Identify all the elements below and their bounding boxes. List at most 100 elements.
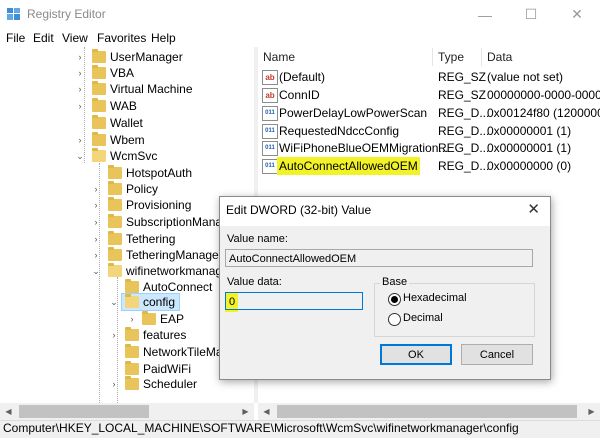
- value-type: REG_D...: [438, 106, 490, 120]
- hexadecimal-radio[interactable]: [388, 293, 401, 306]
- scroll-left-icon[interactable]: ◀: [258, 403, 275, 420]
- key-tree-pane[interactable]: › UserManager › VBA › Virtual Machine › …: [0, 47, 254, 403]
- tree-item-label: features: [143, 328, 187, 342]
- string-value-icon: ab: [262, 70, 278, 85]
- folder-icon: [125, 361, 139, 375]
- tree-item-label: config: [143, 295, 176, 309]
- value-name: ConnID: [279, 88, 320, 102]
- tree-item-label: WAB: [110, 99, 137, 113]
- value-name: WiFiPhoneBlueOEMMigration...: [279, 141, 449, 155]
- tree-item-features[interactable]: › features: [0, 326, 254, 344]
- expand-arrow-icon[interactable]: ›: [109, 326, 119, 344]
- tree-item-scheduler[interactable]: › Scheduler: [0, 375, 254, 393]
- folder-icon: [125, 344, 139, 358]
- value-type: REG_D...: [438, 159, 490, 173]
- value-data-text: 0: [229, 296, 236, 308]
- minimize-button[interactable]: —: [462, 0, 508, 29]
- folder-icon: [108, 181, 122, 195]
- value-data: 00000000-0000-0000-: [487, 88, 600, 102]
- value-row[interactable]: ab ConnID REG_SZ 00000000-0000-0000-: [262, 86, 600, 104]
- close-button[interactable]: ✕: [554, 0, 600, 29]
- tree-item-config[interactable]: ⌄ config: [0, 293, 254, 311]
- decimal-radio[interactable]: [388, 313, 401, 326]
- menu-file[interactable]: File: [6, 31, 25, 45]
- value-row[interactable]: 011 PowerDelayLowPowerScan REG_D... 0x00…: [262, 104, 600, 122]
- expand-arrow-icon[interactable]: ›: [75, 97, 85, 115]
- tree-item-wcmsvc[interactable]: ⌄ WcmSvc: [0, 147, 254, 165]
- folder-icon: [92, 49, 106, 63]
- menu-edit[interactable]: Edit: [33, 31, 54, 45]
- value-type: REG_D...: [438, 141, 490, 155]
- folder-icon: [108, 214, 122, 228]
- scrollbar-thumb[interactable]: [277, 405, 577, 418]
- value-data: 0x00000001 (1): [487, 124, 572, 138]
- hexadecimal-label[interactable]: Hexadecimal: [403, 292, 467, 304]
- expand-arrow-icon[interactable]: ›: [109, 375, 119, 393]
- expand-arrow-icon[interactable]: ›: [91, 196, 101, 214]
- folder-icon: [92, 115, 106, 129]
- scroll-right-icon[interactable]: ▶: [237, 403, 254, 420]
- scroll-left-icon[interactable]: ◀: [0, 403, 17, 420]
- decimal-label[interactable]: Decimal: [403, 312, 443, 324]
- value-row[interactable]: 011 RequestedNdccConfig REG_D... 0x00000…: [262, 122, 600, 140]
- column-header-name[interactable]: Name: [263, 50, 295, 64]
- value-data: (value not set): [487, 70, 564, 84]
- value-row[interactable]: 011 WiFiPhoneBlueOEMMigration... REG_D..…: [262, 139, 600, 157]
- open-folder-icon: [92, 148, 106, 162]
- folder-icon: [92, 98, 106, 112]
- menu-help[interactable]: Help: [151, 31, 176, 45]
- tree-item-virtual-machine[interactable]: › Virtual Machine: [0, 80, 254, 98]
- value-data: 0x00124f80 (1200000): [487, 106, 600, 120]
- open-folder-icon: [108, 263, 122, 277]
- folder-icon: [142, 311, 156, 325]
- folder-icon: [108, 231, 122, 245]
- menu-favorites[interactable]: Favorites: [97, 31, 146, 45]
- menu-view[interactable]: View: [62, 31, 88, 45]
- tree-item-subscriptionmanag[interactable]: › SubscriptionManag: [0, 213, 254, 231]
- maximize-button[interactable]: ☐: [508, 0, 554, 29]
- expand-arrow-icon[interactable]: ›: [75, 80, 85, 98]
- tree-item-wab[interactable]: › WAB: [0, 97, 254, 115]
- tree-item-wallet[interactable]: Wallet: [0, 114, 254, 132]
- value-data: 0x00000000 (0): [487, 159, 572, 173]
- folder-icon: [125, 279, 139, 293]
- folder-icon: [92, 65, 106, 79]
- value-data: 0x00000001 (1): [487, 141, 572, 155]
- expand-arrow-icon[interactable]: ›: [91, 213, 101, 231]
- cancel-button[interactable]: Cancel: [461, 344, 533, 365]
- dword-value-icon: 011: [262, 124, 278, 139]
- registry-editor-icon: [7, 8, 20, 20]
- status-path: Computer\HKEY_LOCAL_MACHINE\SOFTWARE\Mic…: [3, 421, 519, 435]
- collapse-arrow-icon[interactable]: ⌄: [109, 293, 119, 311]
- tree-item-label: NetworkTileMa: [143, 345, 223, 359]
- scroll-right-icon[interactable]: ▶: [583, 403, 600, 420]
- column-separator[interactable]: [432, 48, 433, 66]
- menu-bar: [0, 29, 600, 47]
- scrollbar-thumb[interactable]: [19, 405, 149, 418]
- value-name-label: Value name:: [227, 233, 288, 245]
- tree-item-label: Scheduler: [143, 377, 198, 391]
- dword-value-icon: 011: [262, 159, 278, 174]
- open-folder-icon: [125, 294, 139, 308]
- folder-icon: [125, 327, 139, 341]
- value-row-selected[interactable]: 011 AutoConnectAllowedOEM REG_D... 0x000…: [262, 157, 600, 175]
- tree-item-provisioning[interactable]: › Provisioning: [0, 196, 254, 214]
- dword-value-icon: 011: [262, 106, 278, 121]
- collapse-arrow-icon[interactable]: ⌄: [75, 147, 85, 165]
- tree-item-label: Virtual Machine: [110, 82, 193, 96]
- column-header-data[interactable]: Data: [487, 50, 512, 64]
- value-type: REG_SZ: [438, 88, 487, 102]
- tree-item-networktilema[interactable]: NetworkTileMa: [0, 343, 254, 361]
- value-row[interactable]: ab (Default) REG_SZ (value not set): [262, 68, 600, 86]
- dialog-close-icon[interactable]: ✕: [527, 200, 540, 218]
- ok-button[interactable]: OK: [380, 344, 452, 365]
- column-separator[interactable]: [481, 48, 482, 66]
- value-data-input[interactable]: 0: [225, 292, 363, 310]
- folder-icon: [125, 376, 139, 390]
- string-value-icon: ab: [262, 88, 278, 103]
- value-name: (Default): [279, 70, 326, 84]
- column-header-type[interactable]: Type: [438, 50, 464, 64]
- dword-value-icon: 011: [262, 141, 278, 156]
- value-name: RequestedNdccConfig: [279, 124, 400, 138]
- value-name: PowerDelayLowPowerScan: [279, 106, 428, 120]
